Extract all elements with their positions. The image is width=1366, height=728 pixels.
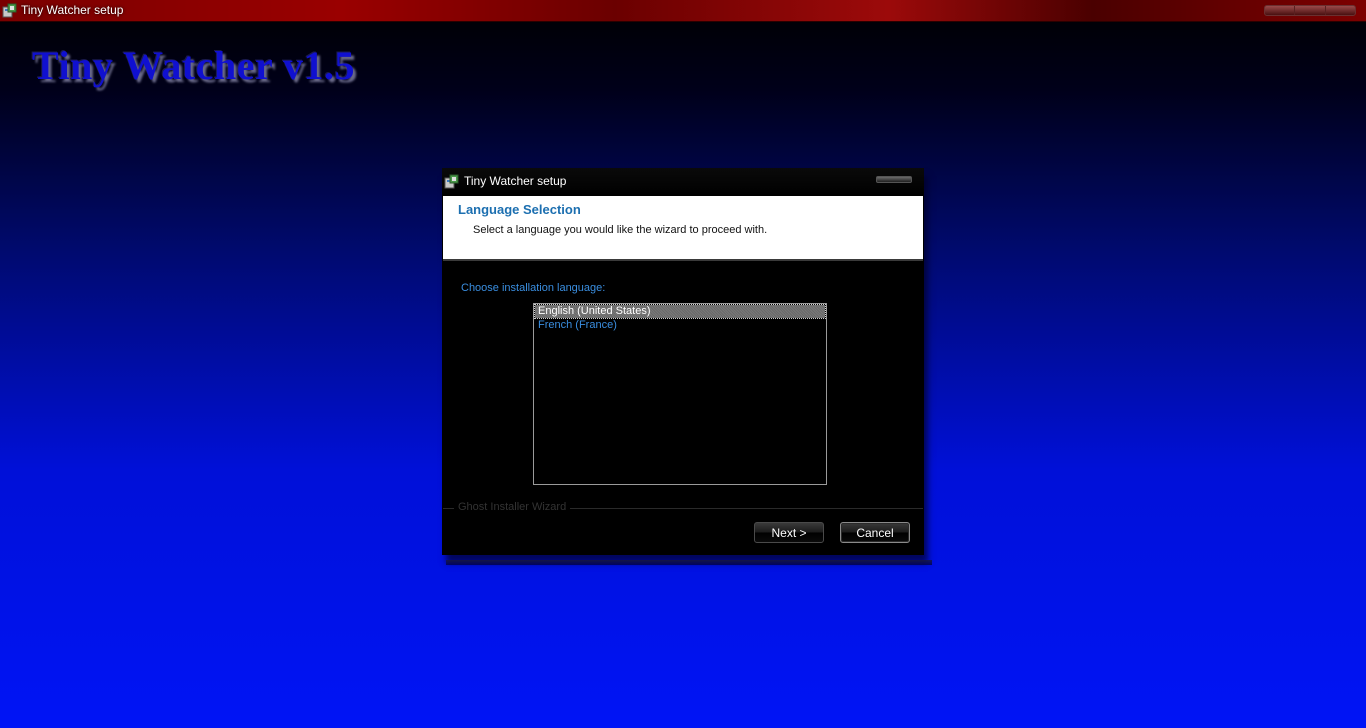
dialog-close-button[interactable] bbox=[876, 176, 912, 183]
dialog-shadow-bar bbox=[446, 560, 932, 565]
setup-dialog: Tiny Watcher setup Language Selection Se… bbox=[442, 168, 932, 565]
choose-language-label: Choose installation language: bbox=[461, 282, 606, 294]
window-title: Tiny Watcher setup bbox=[21, 3, 124, 17]
close-button[interactable] bbox=[1326, 6, 1355, 15]
group-label: Ghost Installer Wizard bbox=[454, 501, 571, 513]
installer-icon bbox=[444, 174, 459, 189]
dialog-title: Tiny Watcher setup bbox=[464, 174, 567, 188]
wizard-header: Language Selection Select a language you… bbox=[443, 196, 923, 261]
language-item-french[interactable]: French (France) bbox=[535, 319, 825, 332]
installer-icon bbox=[2, 3, 17, 18]
dialog-title-bar[interactable]: Tiny Watcher setup bbox=[442, 168, 924, 196]
language-listbox[interactable]: English (United States) French (France) bbox=[533, 303, 827, 485]
language-item-english[interactable]: English (United States) bbox=[534, 304, 826, 319]
header-title: Language Selection bbox=[458, 202, 581, 217]
next-button[interactable]: Next > bbox=[754, 522, 824, 543]
window-controls[interactable] bbox=[1264, 5, 1356, 16]
main-title-bar[interactable]: Tiny Watcher setup bbox=[0, 0, 1366, 22]
header-subtitle: Select a language you would like the wiz… bbox=[473, 224, 768, 236]
cancel-button[interactable]: Cancel bbox=[840, 522, 910, 543]
maximize-button[interactable] bbox=[1295, 6, 1326, 15]
app-banner: Tiny Watcher v1.5 bbox=[32, 43, 355, 88]
minimize-button[interactable] bbox=[1265, 6, 1296, 15]
